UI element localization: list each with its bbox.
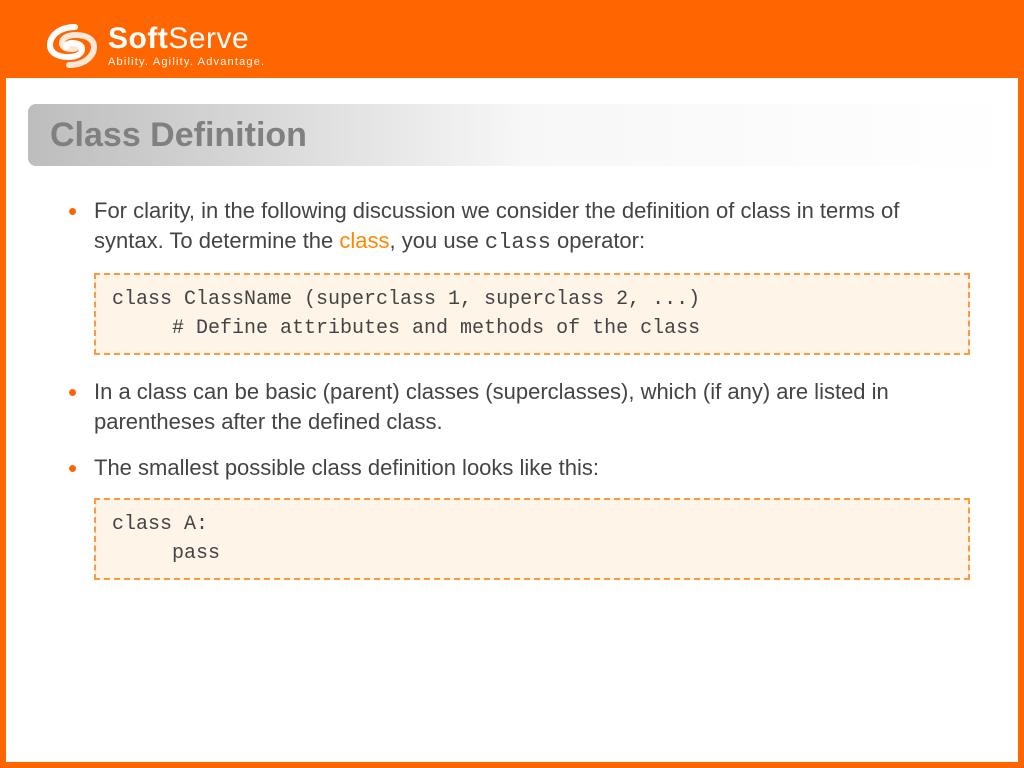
bullet-3: The smallest possible class definition l… [66, 453, 970, 483]
brand-name-light: Serve [168, 22, 249, 55]
bullet-1-post: operator: [551, 228, 645, 253]
code-block-1: class ClassName (superclass 1, superclas… [94, 273, 970, 355]
logo-text: SoftServe Ability. Agility. Advantage. [108, 24, 265, 68]
brand-name-bold: Soft [108, 22, 168, 55]
brand-tagline: Ability. Agility. Advantage. [108, 56, 265, 68]
slide-title: Class Definition [50, 116, 307, 155]
bullet-1-mid: , you use [390, 228, 485, 253]
code-block-2: class A: pass [94, 498, 970, 580]
bullet-2: In a class can be basic (parent) classes… [66, 377, 970, 436]
bullet-1-orange: class [339, 228, 389, 253]
slide: SoftServe Ability. Agility. Advantage. C… [0, 0, 1024, 768]
softserve-logo-icon [44, 23, 100, 69]
title-bar: Class Definition [28, 104, 1018, 166]
bullet-1: For clarity, in the following discussion… [66, 196, 970, 257]
bullet-1-mono: class [485, 230, 551, 255]
brand-name: SoftServe [108, 24, 265, 54]
slide-content: For clarity, in the following discussion… [6, 166, 1018, 580]
header-bar: SoftServe Ability. Agility. Advantage. [6, 0, 1018, 78]
